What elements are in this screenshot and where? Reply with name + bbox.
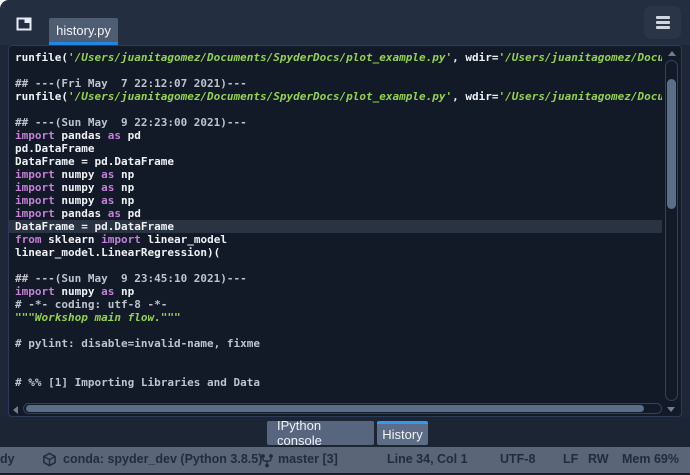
- horizontal-scrollbar[interactable]: [11, 402, 662, 415]
- status-bar: dy conda: spyder_dev (Python 3.8.5) mast…: [0, 447, 690, 475]
- git-branch-icon: [261, 454, 273, 468]
- code-line[interactable]: DataFrame = pd.DataFrame: [9, 220, 662, 233]
- browse-tabs-button[interactable]: [16, 16, 34, 32]
- vertical-scrollbar[interactable]: [663, 47, 680, 401]
- bottom-pane-tabbar: IPython console History: [0, 417, 690, 448]
- code-line[interactable]: import numpy as np: [9, 285, 662, 298]
- spyder-history-pane: history.py runfile('/Users/juanitagomez/…: [0, 0, 690, 475]
- code-line[interactable]: [9, 350, 662, 363]
- scroll-up-arrow-icon[interactable]: [668, 51, 676, 56]
- code-line[interactable]: DataFrame = pd.DataFrame: [9, 155, 662, 168]
- encoding-status: UTF-8: [500, 452, 536, 466]
- code-line[interactable]: # -*- coding: utf-8 -*-: [9, 298, 662, 311]
- code-line[interactable]: [9, 64, 662, 77]
- code-line[interactable]: # %% [1] Importing Libraries and Data: [9, 376, 662, 389]
- scroll-down-arrow-icon[interactable]: [667, 407, 675, 412]
- code-line[interactable]: pd.DataFrame: [9, 142, 662, 155]
- hamburger-icon: [655, 16, 670, 19]
- pane-options-menu-button[interactable]: [644, 6, 681, 39]
- git-branch-status[interactable]: master [3]: [278, 452, 338, 466]
- code-line[interactable]: from sklearn import linear_model: [9, 233, 662, 246]
- conda-package-icon: [43, 452, 56, 467]
- code-line[interactable]: """Workshop main flow.""": [9, 311, 662, 324]
- code-line[interactable]: [9, 259, 662, 272]
- code-line[interactable]: runfile('/Users/juanitagomez/Documents/S…: [9, 51, 662, 64]
- code-line[interactable]: import numpy as np: [9, 181, 662, 194]
- cursor-position-status: Line 34, Col 1: [387, 452, 468, 466]
- vertical-scroll-thumb[interactable]: [667, 79, 676, 209]
- code-line[interactable]: runfile('/Users/juanitagomez/Documents/S…: [9, 90, 662, 103]
- code-line[interactable]: [9, 103, 662, 116]
- tab-history[interactable]: History: [377, 421, 428, 445]
- code-line[interactable]: import numpy as np: [9, 194, 662, 207]
- code-line[interactable]: linear_model.LinearRegression)(: [9, 246, 662, 259]
- code-line[interactable]: [9, 363, 662, 376]
- eol-status: LF: [563, 452, 579, 466]
- code-line[interactable]: import pandas as pd: [9, 129, 662, 142]
- code-line[interactable]: # pylint: disable=invalid-name, fixme: [9, 337, 662, 350]
- code-line[interactable]: ## ---(Fri May 7 22:12:07 2021)---: [9, 77, 662, 90]
- permissions-status: RW: [588, 452, 609, 466]
- tab-history-label: History: [382, 427, 423, 442]
- horizontal-scroll-thumb[interactable]: [26, 405, 644, 412]
- conda-env-status[interactable]: conda: spyder_dev (Python 3.8.5): [63, 452, 262, 466]
- code-line[interactable]: ## ---(Sun May 9 23:45:10 2021)---: [9, 272, 662, 285]
- history-tab-bar: history.py: [0, 0, 690, 45]
- memory-status: Mem 69%: [622, 452, 679, 466]
- browse-tabs-icon: [16, 17, 32, 31]
- code-line[interactable]: ## ---(Sun May 9 22:23:00 2021)---: [9, 116, 662, 129]
- tab-history-py[interactable]: history.py: [49, 18, 118, 45]
- status-left-partial: dy: [0, 452, 15, 466]
- editor-lines[interactable]: runfile('/Users/juanitagomez/Documents/S…: [9, 51, 662, 402]
- tab-history-py-label: history.py: [56, 22, 111, 38]
- history-editor-pane: runfile('/Users/juanitagomez/Documents/S…: [8, 45, 682, 417]
- code-line[interactable]: [9, 324, 662, 337]
- tab-ipython-console-label: IPython console: [277, 418, 322, 448]
- code-line[interactable]: import numpy as np: [9, 168, 662, 181]
- scroll-left-arrow-icon[interactable]: [13, 405, 18, 414]
- code-line[interactable]: import pandas as pd: [9, 207, 662, 220]
- tab-ipython-console[interactable]: IPython console: [267, 418, 374, 448]
